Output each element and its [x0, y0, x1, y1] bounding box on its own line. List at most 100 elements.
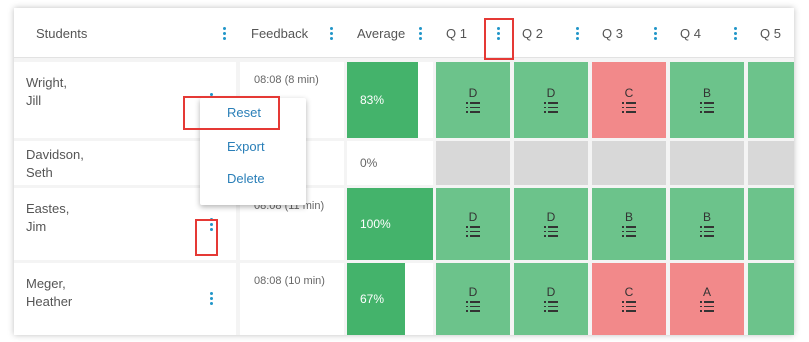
list-icon [700, 301, 714, 312]
header-feedback[interactable]: Feedback [251, 8, 308, 58]
grade-letter: C [624, 86, 634, 100]
student-name-cell: Meger, Heather [14, 263, 236, 335]
header-feedback-label: Feedback [251, 25, 309, 41]
grade-cell[interactable]: D [436, 62, 510, 138]
average-value: 0% [360, 156, 378, 170]
kebab-icon [417, 26, 423, 40]
student-first-name: Heather [26, 294, 73, 309]
list-icon [466, 301, 480, 312]
average-cell: 0% [347, 141, 433, 185]
grade-letter: D [546, 285, 556, 299]
menu-item-export[interactable]: Export [227, 139, 265, 154]
grade-letter: D [468, 86, 478, 100]
list-icon [700, 102, 714, 113]
grade-cell-q5[interactable] [748, 263, 794, 335]
grade-cell[interactable]: D [436, 263, 510, 335]
list-icon [466, 102, 480, 113]
header-q3-label: Q 3 [602, 25, 623, 41]
list-icon [622, 226, 636, 237]
kebab-icon [732, 26, 738, 40]
table-row: Eastes, Jim 08:08 (11 min) 100% D D B B [14, 188, 794, 260]
highlight-q1-menu [484, 18, 514, 60]
header-q1[interactable]: Q 1 [446, 8, 467, 58]
header-average-label: Average [357, 25, 406, 41]
menu-item-delete[interactable]: Delete [227, 171, 265, 186]
table-row: Meger, Heather 08:08 (10 min) 67% D D C … [14, 263, 794, 335]
header-q5-label: Q 5 [760, 25, 781, 41]
grade-cell[interactable] [592, 141, 666, 185]
q3-menu-button[interactable] [652, 8, 658, 58]
average-cell: 83% [347, 62, 433, 138]
grade-cell[interactable]: B [670, 62, 744, 138]
grade-letter: D [468, 285, 478, 299]
average-menu-button[interactable] [417, 8, 423, 58]
header-q1-label: Q 1 [446, 25, 467, 41]
students-menu-button[interactable] [221, 8, 227, 58]
grade-cell-q5[interactable] [748, 62, 794, 138]
feedback-cell[interactable]: 08:08 (10 min) [240, 263, 344, 335]
average-value: 83% [360, 93, 385, 107]
header-q4-label: Q 4 [680, 25, 701, 41]
average-value: 67% [360, 292, 385, 306]
list-icon [544, 226, 558, 237]
grade-letter: C [624, 285, 634, 299]
header-q5[interactable]: Q 5 [760, 8, 781, 58]
list-icon [466, 226, 480, 237]
average-bar: 100% [347, 188, 433, 260]
highlight-row-menu [195, 219, 218, 256]
student-last-name: Wright, [26, 75, 67, 90]
header-students-label: Students [36, 25, 88, 41]
grade-cell[interactable]: D [514, 188, 588, 260]
gradebook-panel: Students Feedback Average Q 1 Q 2 Q 3 Q … [14, 8, 794, 335]
grade-cell[interactable] [670, 141, 744, 185]
kebab-icon [652, 26, 658, 40]
table-row: Davidson, Seth 0% [14, 141, 794, 185]
average-value: 100% [360, 217, 391, 231]
grade-letter: D [546, 210, 556, 224]
grade-cell[interactable]: D [514, 62, 588, 138]
highlight-reset [183, 96, 280, 130]
average-bar: 67% [347, 263, 405, 335]
grade-cell[interactable]: C [592, 62, 666, 138]
kebab-icon [328, 26, 334, 40]
header-students: Students [36, 8, 87, 58]
grade-cell[interactable]: B [592, 188, 666, 260]
grade-cell[interactable]: D [514, 263, 588, 335]
student-last-name: Meger, [26, 276, 66, 291]
q4-menu-button[interactable] [732, 8, 738, 58]
grade-letter: D [546, 86, 556, 100]
grade-letter: B [702, 210, 711, 224]
header-q4[interactable]: Q 4 [680, 8, 701, 58]
feedback-time: 08:08 (10 min) [254, 275, 325, 287]
kebab-icon [574, 26, 580, 40]
grade-letter: A [702, 285, 711, 299]
header-average[interactable]: Average [357, 8, 405, 58]
grade-cell[interactable] [514, 141, 588, 185]
list-icon [622, 102, 636, 113]
list-icon [622, 301, 636, 312]
grade-cell[interactable] [436, 141, 510, 185]
list-icon [544, 102, 558, 113]
list-icon [544, 301, 558, 312]
table-row: Wright, Jill 08:08 (8 min) 83% D D C B [14, 62, 794, 138]
header-q3[interactable]: Q 3 [602, 8, 623, 58]
header-q2[interactable]: Q 2 [522, 8, 543, 58]
grade-cell[interactable]: D [436, 188, 510, 260]
average-cell: 67% [347, 263, 433, 335]
grade-cell-q5[interactable] [748, 141, 794, 185]
grade-cell[interactable]: A [670, 263, 744, 335]
kebab-icon [221, 26, 227, 40]
header-q2-label: Q 2 [522, 25, 543, 41]
feedback-time: 08:08 (8 min) [254, 74, 319, 86]
list-icon [700, 226, 714, 237]
grade-cell[interactable]: B [670, 188, 744, 260]
q2-menu-button[interactable] [574, 8, 580, 58]
average-cell: 100% [347, 188, 433, 260]
grade-letter: D [468, 210, 478, 224]
grade-cell-q5[interactable] [748, 188, 794, 260]
row-menu-button[interactable] [208, 292, 214, 305]
average-bar: 83% [347, 62, 418, 138]
table-header: Students Feedback Average Q 1 Q 2 Q 3 Q … [14, 8, 794, 58]
grade-cell[interactable]: C [592, 263, 666, 335]
feedback-menu-button[interactable] [328, 8, 334, 58]
